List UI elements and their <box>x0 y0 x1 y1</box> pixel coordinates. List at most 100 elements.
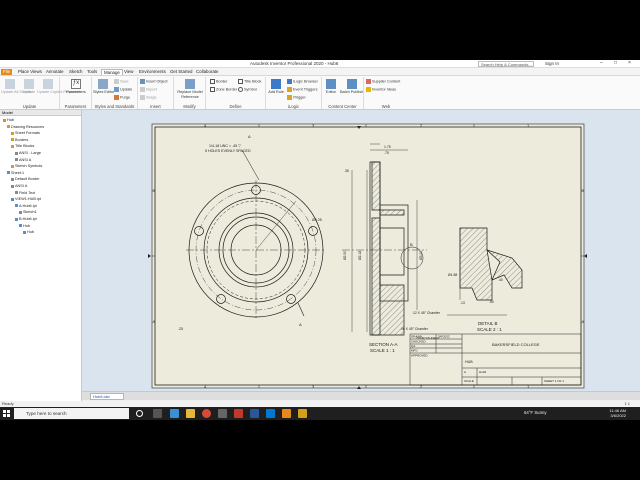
group-label: Define <box>229 104 242 109</box>
help-search-input[interactable]: Search Help & Commands... <box>478 61 534 67</box>
import-button[interactable]: Import <box>140 87 157 92</box>
tab-view[interactable]: View <box>122 69 135 75</box>
taskbar-search-input[interactable]: Type here to search <box>14 408 129 419</box>
tab-collaborate[interactable]: Collaborate <box>194 69 220 75</box>
title-block-icon <box>238 79 243 84</box>
tree-node-icon <box>15 191 18 195</box>
browser-node[interactable]: Sketch Symbols <box>11 164 42 168</box>
ribbon-group-insert: Insert Object Import Image Insert <box>138 77 174 109</box>
tree-node-icon <box>15 151 18 155</box>
tab-sketch[interactable]: Sketch <box>67 69 84 75</box>
minimize-icon[interactable]: – <box>600 60 603 66</box>
tab-tools[interactable]: Tools <box>85 69 99 75</box>
batch-publish-button[interactable]: Batch Publish <box>340 79 363 94</box>
drawing-canvas[interactable]: 4 3 2 1 4 3 2 1 B A B A 1/4-18 UNC = .45… <box>82 110 640 391</box>
supplier-content-button[interactable]: Supplier Content <box>366 79 400 84</box>
itrigger-button[interactable]: iTrigger <box>287 95 306 100</box>
word-icon[interactable] <box>250 409 259 418</box>
browser-node[interactable]: Default Border <box>11 177 39 181</box>
replace-model-reference-button[interactable]: Replace Model Reference <box>175 79 205 99</box>
tab-get-started[interactable]: Get Started <box>168 69 194 75</box>
windows-logo-quadrant <box>3 414 6 417</box>
title-block-button[interactable]: Title Block <box>238 79 261 84</box>
browser-node[interactable]: Field Text <box>15 191 35 195</box>
tb-checked-label: CHECKED <box>411 340 427 344</box>
browser-node[interactable]: Sketch1 <box>19 210 37 214</box>
windows-logo-quadrant <box>3 410 6 413</box>
document-tab-hub[interactable]: Hub6.idw <box>90 393 124 400</box>
file-explorer-icon[interactable] <box>186 409 195 418</box>
window-title: Autodesk Inventor Professional 2020 - Hu… <box>250 61 339 66</box>
windows-start-icon[interactable] <box>3 410 10 417</box>
ribbon-group-styles: Styles Editor Save Update Purge Styles a… <box>92 77 138 109</box>
tab-manage[interactable]: Manage <box>101 69 123 75</box>
browser-node[interactable]: Hub <box>23 230 34 234</box>
browser-node[interactable]: ANSI A <box>15 158 31 162</box>
browser-node[interactable]: Borders <box>11 138 28 142</box>
save-styles-button[interactable]: Save <box>114 79 129 84</box>
browser-node[interactable]: Sheet Formats <box>11 131 40 135</box>
parameters-button[interactable]: ƒx Parameters <box>64 79 88 94</box>
weather-text[interactable]: 64°F Sunny <box>524 410 547 415</box>
browser-node[interactable]: Hub <box>3 118 14 122</box>
tb-sheet: SHEET 1 OF 1 <box>544 379 564 383</box>
browser-node[interactable]: Sheet:1 <box>7 171 24 175</box>
ideas-icon <box>366 87 371 92</box>
sheet-paper <box>151 123 585 389</box>
insert-object-button[interactable]: Insert Object <box>140 79 168 84</box>
image-button[interactable]: Image <box>140 95 157 100</box>
edge-icon[interactable] <box>170 409 179 418</box>
update-all-sheets-button[interactable]: Update All Sheets <box>1 79 31 94</box>
browser-node[interactable]: Hub <box>19 224 30 228</box>
update-styles-button[interactable]: Update <box>114 87 132 92</box>
autocad-icon[interactable] <box>234 409 243 418</box>
taskbar-clock[interactable]: 11:46 AM 3/6/2022 <box>609 408 626 418</box>
browser-node[interactable]: VIEW1:HUB.ipt <box>11 197 41 201</box>
tab-annotate[interactable]: Annotate <box>44 69 66 75</box>
detail-label: DETAIL B <box>478 321 498 326</box>
zone-letter: B <box>582 188 585 193</box>
windows-taskbar: Type here to search 64°F Sunny 11:46 AM … <box>0 407 640 420</box>
browser-node-label: Sketch1 <box>23 210 37 215</box>
browser-node-label: ANSI - Large <box>19 151 41 155</box>
cc-editor-button[interactable]: Editor <box>323 79 339 94</box>
symbol-button[interactable]: Symbol <box>238 87 257 92</box>
close-icon[interactable]: × <box>628 60 631 66</box>
ribbon-group-define: Border Title Block Zone Border Symbol De… <box>206 77 266 109</box>
section-label: SECTION A-A <box>369 342 398 347</box>
dimension: .13 <box>460 301 465 305</box>
tree-node-icon <box>11 131 14 135</box>
purge-button[interactable]: Purge <box>114 95 130 100</box>
browser-node[interactable]: A:Hub6.ipt <box>15 204 37 208</box>
browser-node[interactable]: ANSI - Large <box>15 151 41 155</box>
zone-border-button[interactable]: Zone Border <box>210 87 237 92</box>
dimension: .75 <box>384 151 389 155</box>
cortana-icon[interactable] <box>136 410 143 417</box>
tab-place-views[interactable]: Place Views <box>16 69 44 75</box>
task-view-icon[interactable] <box>153 409 162 418</box>
inventor-window: Autodesk Inventor Professional 2020 - Hu… <box>0 60 640 420</box>
ilogic-browser-button[interactable]: iLogic Browser <box>287 79 318 84</box>
browser-node[interactable]: Drawing Resources <box>7 125 44 129</box>
inventor-icon[interactable] <box>282 409 291 418</box>
tab-environments[interactable]: Environments <box>137 69 168 75</box>
update-button[interactable]: Update <box>20 79 38 94</box>
add-rule-button[interactable]: Add Rule <box>267 79 285 94</box>
tab-file[interactable]: File <box>1 69 13 75</box>
browser-node[interactable]: B:Hub6.ipt <box>15 217 37 221</box>
sign-in-link[interactable]: Sign In <box>545 61 559 66</box>
styles-editor-button[interactable]: Styles Editor <box>93 79 114 94</box>
chrome-icon[interactable] <box>202 409 211 418</box>
browser-node[interactable]: Title Blocks <box>11 144 34 148</box>
powerpoint-icon[interactable] <box>298 409 307 418</box>
event-triggers-button[interactable]: Event Triggers <box>287 87 317 92</box>
browser-node[interactable]: ANSI A <box>11 184 27 188</box>
dimension: .50 <box>489 300 494 304</box>
update-copied-properties-button[interactable]: Update Copied Properties <box>37 79 81 94</box>
app-icon[interactable] <box>218 409 227 418</box>
mail-icon[interactable] <box>266 409 275 418</box>
maximize-icon[interactable]: □ <box>614 60 617 66</box>
border-button[interactable]: Border <box>210 79 227 84</box>
inventor-ideas-button[interactable]: Inventor Ideas <box>366 87 396 92</box>
purge-icon <box>114 95 119 100</box>
